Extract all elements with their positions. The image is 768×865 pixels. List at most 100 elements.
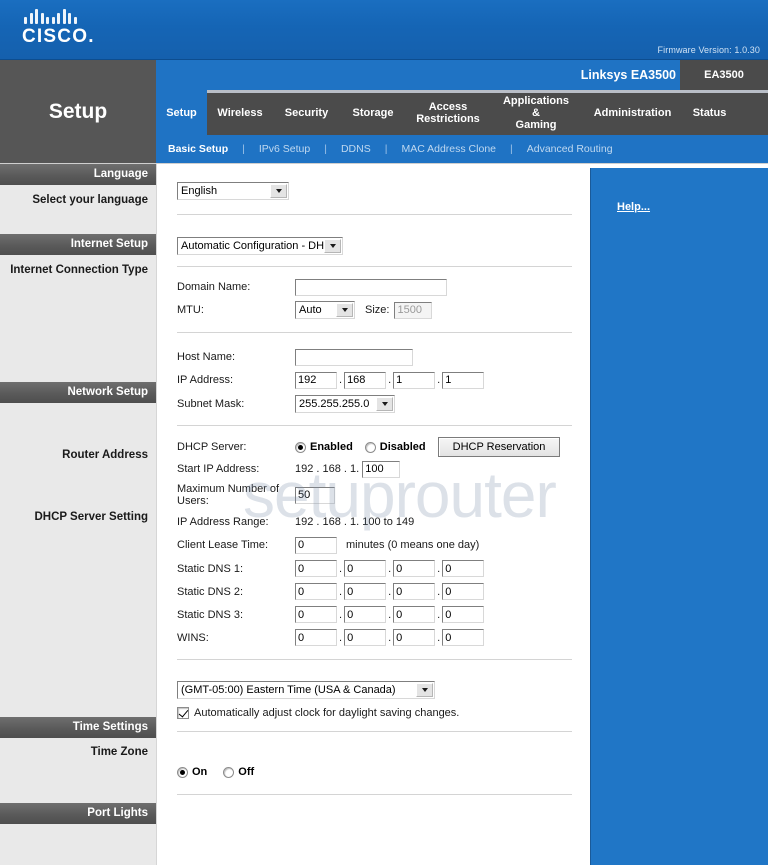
help-link[interactable]: Help... [617,201,650,213]
host-name-label: Host Name: [177,351,236,363]
static-dns-2-octet-3[interactable] [393,583,436,600]
radio-icon [177,766,188,778]
static-dns-1-row: Static DNS 1: . . . [169,557,574,580]
client-lease-time-input[interactable] [295,536,337,554]
internet-connection-type-row: Automatic Configuration - DHCP [169,237,574,255]
ip-dot-sep: . [437,608,441,621]
static-dns-2-row: Static DNS 2: . . . [169,580,574,603]
host-name-row: Host Name: [169,346,574,368]
mtu-select[interactable]: Auto [295,301,355,319]
checkbox-icon [177,707,189,719]
dhcp-reservation-button[interactable]: DHCP Reservation [437,437,561,457]
static-dns-3-octet-2[interactable] [344,606,387,623]
wins-octet-2[interactable] [344,629,387,646]
cisco-bars-icon [22,8,114,24]
wins-octet-3[interactable] [393,629,436,646]
dhcp-enabled-radio[interactable]: Enabled [295,441,353,453]
dhcp-server-label: DHCP Server: [177,441,247,453]
model-bar: Linksys EA3500 EA3500 [0,60,768,90]
daylight-saving-label: Automatically adjust clock for daylight … [194,707,460,719]
client-lease-time-label: Client Lease Time: [177,539,269,551]
tab-setup[interactable]: Setup [156,90,207,135]
cisco-wordmark-text: CISCO [22,26,89,47]
model-bar-left-spacer [0,60,156,90]
mtu-row: MTU: Auto Size: [169,298,574,322]
radio-icon [364,441,376,453]
domain-name-input[interactable] [295,278,447,296]
language-row: English [169,182,574,200]
ip-dot-sep: . [339,608,343,621]
static-dns-1-label: Static DNS 1: [177,562,244,575]
mtu-size-input[interactable] [394,301,433,319]
start-ip-last-octet-input[interactable] [362,460,401,478]
sub-nav-bar: Basic Setup | IPv6 Setup | DDNS | MAC Address … [0,135,768,163]
time-zone-select[interactable]: (GMT-05:00) Eastern Time (USA & Canada) [177,681,435,699]
wins-octet-1[interactable] [295,629,337,646]
host-name-input[interactable] [295,348,413,366]
subnet-mask-label: Subnet Mask: [177,398,245,410]
subtab-basic-setup[interactable]: Basic Setup [168,143,228,155]
tab-access-restrictions[interactable]: Access Restrictions [406,90,490,135]
dhcp-disabled-label: Disabled [379,441,426,453]
ip-address-label: IP Address: [177,374,234,386]
tab-label: Administration [593,106,672,119]
max-users-input[interactable] [295,486,335,504]
domain-name-row: Domain Name: [169,276,574,298]
chevron-down-icon [376,397,393,411]
wins-octet-4[interactable] [442,629,485,646]
main-content-inner: English Automatic Configuration - DHCP D… [157,164,588,795]
static-dns-1-octet-3[interactable] [393,560,436,577]
tab-security[interactable]: Security [273,90,340,135]
ip-dot-sep: . [388,562,392,575]
mtu-label: MTU: [177,304,204,316]
daylight-saving-checkbox[interactable]: Automatically adjust clock for daylight … [177,707,459,719]
cisco-logo: CISCO. [22,8,114,52]
tab-wireless[interactable]: Wireless [207,90,273,135]
chevron-down-icon [324,239,341,253]
static-dns-3-octet-4[interactable] [442,606,485,623]
subtab-ipv6-setup[interactable]: IPv6 Setup [259,143,310,155]
subtab-ddns[interactable]: DDNS [341,143,371,155]
ip-dot-sep: . [339,562,343,575]
tab-applications-gaming[interactable]: Applications & Gaming [490,90,582,135]
static-dns-3-octet-3[interactable] [393,606,436,623]
ip-dot-sep: . [339,585,343,598]
port-lights-on-radio[interactable]: On [177,766,207,778]
help-panel-wrap: Help... [588,163,768,865]
static-dns-1-octet-2[interactable] [344,560,387,577]
body-region: Setup Language Select your language Inte… [0,100,768,865]
ip-address-octet-2[interactable] [344,371,387,389]
static-dns-1-octet-1[interactable] [295,560,337,577]
tab-label: Setup [166,106,197,119]
ip-address-octet-3[interactable] [393,371,436,389]
ip-dot-sep: . [437,374,441,386]
static-dns-2-octet-1[interactable] [295,583,337,600]
sidebar-label-time-zone: Time Zone [90,746,148,758]
sidebar-section-body-port-lights [0,824,156,865]
internet-connection-type-select[interactable]: Automatic Configuration - DHCP [177,237,343,255]
time-zone-row: (GMT-05:00) Eastern Time (USA & Canada) [169,681,574,699]
start-ip-address-label: Start IP Address: [177,463,260,475]
static-dns-2-octet-4[interactable] [442,583,485,600]
wins-label: WINS: [177,631,209,644]
firmware-version: Firmware Version: 1.0.30 [657,45,760,55]
tab-status[interactable]: Status [683,90,736,135]
dst-row: Automatically adjust clock for daylight … [169,707,574,719]
static-dns-2-octet-2[interactable] [344,583,387,600]
tab-storage[interactable]: Storage [340,90,406,135]
static-dns-3-octet-1[interactable] [295,606,337,623]
ip-address-octet-1[interactable] [295,371,337,389]
ip-address-octet-4[interactable] [442,371,485,389]
port-lights-off-radio[interactable]: Off [223,766,254,778]
ip-address-range-label: IP Address Range: [177,515,269,528]
tab-administration[interactable]: Administration [582,90,683,135]
tab-list: Setup Wireless Security Storage Access Restr… [156,90,768,135]
subtab-advanced-routing[interactable]: Advanced Routing [527,143,613,155]
language-select[interactable]: English [177,182,289,200]
divider-after-port-lights [177,794,572,795]
subnet-mask-select[interactable]: 255.255.255.0 [295,395,395,413]
subtab-mac-address-clone[interactable]: MAC Address Clone [401,143,496,155]
dhcp-disabled-radio[interactable]: Disabled [364,441,426,453]
ip-dot-sep: . [437,585,441,598]
static-dns-1-octet-4[interactable] [442,560,485,577]
